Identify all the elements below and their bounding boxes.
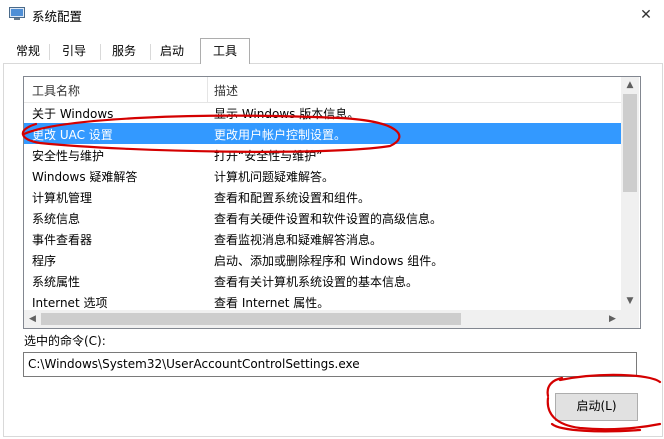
list-item[interactable]: 系统信息 查看有关硬件设置和软件设置的高级信息。 bbox=[24, 207, 621, 228]
tab-boot[interactable]: 引导 bbox=[54, 41, 94, 62]
tool-description: 查看有关硬件设置和软件设置的高级信息。 bbox=[214, 212, 443, 226]
vertical-scrollbar[interactable]: ▲ ▼ bbox=[621, 77, 639, 310]
tool-description: 启动、添加或删除程序和 Windows 组件。 bbox=[214, 254, 444, 268]
scroll-down-arrow-icon[interactable]: ▼ bbox=[621, 293, 639, 310]
launch-button[interactable]: 启动(L) bbox=[555, 393, 638, 421]
close-button[interactable]: ✕ bbox=[628, 0, 664, 30]
list-item-selected[interactable]: 更改 UAC 设置 更改用户帐户控制设置。 bbox=[24, 123, 621, 144]
column-header-tool-name[interactable]: 工具名称 bbox=[32, 82, 80, 99]
list-header: 工具名称 描述 bbox=[24, 77, 621, 103]
tool-description: 更改用户帐户控制设置。 bbox=[214, 128, 347, 142]
list-item[interactable]: 程序 启动、添加或删除程序和 Windows 组件。 bbox=[24, 249, 621, 270]
window-title: 系统配置 bbox=[32, 9, 83, 24]
scroll-up-arrow-icon[interactable]: ▲ bbox=[621, 77, 639, 94]
tool-name: 事件查看器 bbox=[32, 233, 93, 247]
selected-command-value: C:\Windows\System32\UserAccountControlSe… bbox=[28, 357, 360, 371]
tool-name: Windows 疑难解答 bbox=[32, 170, 138, 184]
list-item[interactable]: 事件查看器 查看监视消息和疑难解答消息。 bbox=[24, 228, 621, 249]
scroll-right-arrow-icon[interactable]: ▶ bbox=[604, 310, 621, 328]
tool-name: 系统信息 bbox=[32, 212, 81, 226]
tab-strip: 常规 引导 服务 启动 工具 bbox=[0, 38, 664, 64]
tool-description: 计算机问题疑难解答。 bbox=[214, 170, 335, 184]
tab-divider bbox=[49, 44, 50, 60]
list-item[interactable]: 安全性与维护 打开“安全性与维护” bbox=[24, 144, 621, 165]
tool-name: 关于 Windows bbox=[32, 107, 114, 121]
list-item[interactable]: Internet 选项 查看 Internet 属性。 bbox=[24, 291, 621, 312]
tab-tools[interactable]: 工具 bbox=[200, 38, 250, 64]
horizontal-scrollbar[interactable]: ◀ ▶ bbox=[24, 310, 621, 328]
list-item[interactable]: 关于 Windows 显示 Windows 版本信息。 bbox=[24, 102, 621, 123]
tab-startup[interactable]: 启动 bbox=[154, 41, 190, 62]
tools-list[interactable]: 工具名称 描述 关于 Windows 显示 Windows 版本信息。 更改 U… bbox=[23, 76, 641, 329]
horizontal-scroll-thumb[interactable] bbox=[41, 313, 461, 325]
tab-general[interactable]: 常规 bbox=[10, 41, 46, 62]
close-icon: ✕ bbox=[640, 7, 652, 23]
tool-name: 系统属性 bbox=[32, 275, 81, 289]
tab-services[interactable]: 服务 bbox=[104, 41, 144, 62]
tool-description: 打开“安全性与维护” bbox=[214, 149, 323, 163]
vertical-scroll-thumb[interactable] bbox=[623, 94, 637, 192]
tool-name: 程序 bbox=[32, 254, 57, 268]
tool-description: 查看 Internet 属性。 bbox=[214, 296, 330, 310]
column-divider[interactable] bbox=[207, 77, 208, 102]
title-bar: 系统配置 ✕ bbox=[0, 0, 664, 30]
column-header-description[interactable]: 描述 bbox=[214, 82, 238, 99]
list-item[interactable]: 系统属性 查看有关计算机系统设置的基本信息。 bbox=[24, 270, 621, 291]
list-body: 关于 Windows 显示 Windows 版本信息。 更改 UAC 设置 更改… bbox=[24, 102, 621, 312]
tool-name: Internet 选项 bbox=[32, 296, 108, 310]
tool-description: 查看有关计算机系统设置的基本信息。 bbox=[214, 275, 419, 289]
system-config-icon bbox=[9, 7, 25, 21]
tab-divider bbox=[100, 44, 101, 60]
list-item[interactable]: 计算机管理 查看和配置系统设置和组件。 bbox=[24, 186, 621, 207]
tool-description: 显示 Windows 版本信息。 bbox=[214, 107, 360, 121]
scrollbar-corner bbox=[621, 310, 639, 328]
tool-name: 安全性与维护 bbox=[32, 149, 105, 163]
scroll-left-arrow-icon[interactable]: ◀ bbox=[24, 310, 41, 328]
tool-name: 计算机管理 bbox=[32, 191, 93, 205]
selected-command-field[interactable]: C:\Windows\System32\UserAccountControlSe… bbox=[23, 352, 637, 377]
tool-description: 查看监视消息和疑难解答消息。 bbox=[214, 233, 383, 247]
tool-name: 更改 UAC 设置 bbox=[32, 128, 113, 142]
selected-command-label: 选中的命令(C): bbox=[24, 334, 106, 348]
tab-divider bbox=[150, 44, 151, 60]
list-item[interactable]: Windows 疑难解答 计算机问题疑难解答。 bbox=[24, 165, 621, 186]
tool-description: 查看和配置系统设置和组件。 bbox=[214, 191, 371, 205]
